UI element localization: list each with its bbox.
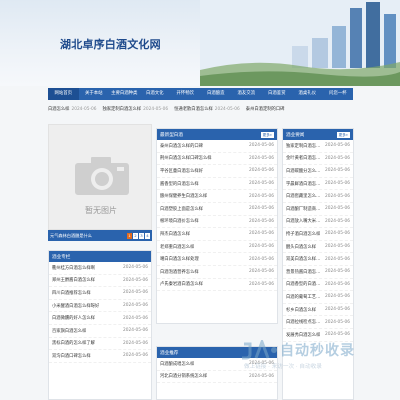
ticker-item[interactable]: 独家定制白酒怎么样 2024-05-06: [102, 106, 168, 112]
list-item[interactable]: 荆州白酒怎么样口碑怎么样 2024-05-06: [157, 153, 277, 166]
nav-item-etiquette[interactable]: 酒桌礼仪: [292, 88, 323, 100]
list-item[interactable]: 双美白酒怎么样好喝 2024-05-06: [283, 253, 353, 266]
nav-item-exchange[interactable]: 酒友交流: [231, 88, 262, 100]
nav-item-about[interactable]: 关于本站: [79, 88, 110, 100]
list-item[interactable]: 白酒微醺的好人怎么样 2024-05-06: [49, 312, 151, 325]
slideshow-caption-bar: 元气森林白酒醋是什么 1 2 3 4: [48, 230, 152, 241]
page: 湖北卓序白酒文化网 网站首页 关于本站 主要白酒种类 白酒文化 开怀畅饮 白酒酿…: [0, 0, 400, 400]
pager-dot[interactable]: 1: [127, 232, 132, 239]
list-item[interactable]: 根环境白酒价怎么样 2024-05-06: [157, 216, 277, 229]
watermark-logo-icon: [242, 340, 277, 360]
list-item[interactable]: 白酒碳酸分怎么样不能喝2024-05-06: [283, 165, 353, 178]
list-item[interactable]: 白酒塑胶上面是怎么样 2024-05-06: [157, 203, 277, 216]
header-banner: 湖北卓序白酒文化网: [0, 0, 400, 86]
watermark-text: 自动秒收录: [280, 343, 355, 359]
list-item[interactable]: 卢氏秦岩酒白酒怎么样 2024-05-06: [157, 279, 277, 292]
list-item[interactable]: 白酒窖藏里怎么样的好喝2024-05-06: [283, 190, 353, 203]
list-item[interactable]: 噶白白酒怎么样处理 2024-05-06: [157, 253, 277, 266]
ticker-item[interactable]: 泰州白酒定制的口碑: [246, 106, 285, 112]
list-item[interactable]: 宇晨鲜酒白酒怎么样 2024-05-06: [283, 178, 353, 191]
more-link[interactable]: 更多»: [260, 131, 274, 138]
box-title[interactable]: 酒业推荐: [160, 350, 178, 356]
list-item[interactable]: 白酒的葡萄工艺怎么样2024-05-06: [283, 291, 353, 304]
list-item[interactable]: 杉乡白酒怎么样 2024-05-06: [283, 304, 353, 317]
list-item[interactable]: 酿州保健养生白酒怎么样 2024-05-06: [157, 190, 277, 203]
nav-item-drink[interactable]: 开怀畅饮: [170, 88, 201, 100]
slideshow-caption[interactable]: 元气森林白酒醋是什么: [50, 233, 92, 239]
watermark: 自动秒收录 做上链接 · 来访一次 · 自动收录: [236, 336, 386, 376]
list-item[interactable]: 白酒泡酒营养怎么样 2024-05-06: [157, 266, 277, 279]
nav-item-appreciation[interactable]: 白酒鉴赏: [262, 88, 293, 100]
list-item[interactable]: 白酒酿厂制造商条件怎么样2024-05-06: [283, 203, 353, 216]
featured-image[interactable]: 暂无图片: [48, 124, 152, 230]
site-title[interactable]: 湖北卓序白酒文化网: [60, 36, 161, 52]
list-item[interactable]: 挎子酒白酒怎么样 2024-05-06: [283, 228, 353, 241]
slideshow-pager: 1 2 3 4: [127, 232, 150, 239]
industry-column-box: 酒业专栏 衢州桂方白酒怎么样啊 2024-05-06 郑州王爵酱白酒怎么样 2024…: [48, 250, 152, 400]
list-item[interactable]: 百家旗白酒怎么样 2024-05-06: [49, 325, 151, 338]
list-item[interactable]: 白酒放入嘴大米怎么样2024-05-06: [283, 216, 353, 229]
news-ticker: 白酒怎么样 2024-05-06 独家定制白酒怎么样 2024-05-06 恒通老散…: [48, 104, 353, 114]
main-nav: 网站首页 关于本站 主要白酒种类 白酒文化 开怀畅饮 白酒酿造 酒友交流 白酒鉴…: [48, 88, 353, 100]
nav-item-types[interactable]: 主要白酒种类: [109, 88, 140, 100]
box-header: 酒业要闻 更多»: [283, 129, 353, 140]
list-item[interactable]: 拜杰白酒怎么样 2024-05-06: [157, 228, 277, 241]
list-item[interactable]: 营景热酱白酒怎么样 2024-05-06: [283, 266, 353, 279]
list-item[interactable]: 衢州桂方白酒怎么样啊 2024-05-06: [49, 262, 151, 275]
list-item[interactable]: 平谷区童白酒怎么样好 2024-05-06: [157, 165, 277, 178]
box-title[interactable]: 酒业要闻: [286, 132, 304, 138]
box-header: 酒业专栏: [49, 251, 151, 262]
watermark-subtext: 做上链接 · 来访一次 · 自动收录: [244, 364, 322, 370]
list-item[interactable]: 郑州王爵酱白酒怎么样 2024-05-06: [49, 275, 151, 288]
list-item[interactable]: 白酒香型的白酒怎么样2024-05-06: [283, 279, 353, 292]
pager-dot[interactable]: 3: [139, 232, 144, 239]
more-link[interactable]: 更多»: [336, 131, 350, 138]
list-item[interactable]: 泰州白酒怎么样的口碑 2024-05-06: [157, 140, 277, 153]
ticker-item[interactable]: 恒通老散白酒怎么样 2024-05-06: [174, 106, 240, 112]
box-title[interactable]: 最新型白酒: [160, 132, 183, 138]
latest-box: 最新型白酒 更多» 泰州白酒怎么样的口碑 2024-05-06 荆州白酒怎么样口碑…: [156, 128, 278, 324]
pager-dot[interactable]: 4: [145, 232, 150, 239]
nav-item-culture[interactable]: 白酒文化: [140, 88, 171, 100]
box-header: 最新型白酒 更多»: [157, 129, 277, 140]
nav-item-home[interactable]: 网站首页: [48, 88, 79, 100]
list-item[interactable]: 白酒拉线检点怎么样 2024-05-06: [283, 316, 353, 329]
nav-item-brewing[interactable]: 白酒酿造: [201, 88, 232, 100]
list-item[interactable]: 金叶黄者白酒怎么样 2024-05-06: [283, 153, 353, 166]
skyline-illustration: [200, 0, 400, 86]
list-item[interactable]: 双沟白酒口碑怎么样 2024-05-06: [49, 350, 151, 363]
camera-icon: [75, 157, 129, 195]
list-item[interactable]: 酱香型的白酒怎么样 2024-05-06: [157, 178, 277, 191]
pager-dot[interactable]: 2: [133, 232, 138, 239]
list-item[interactable]: 老郑重白酒怎么样 2024-05-06: [157, 241, 277, 254]
list-item[interactable]: 醒头白酒怎么样 2024-05-06: [283, 241, 353, 254]
box-title[interactable]: 酒业专栏: [52, 254, 70, 260]
featured-slideshow: 暂无图片 元气森林白酒醋是什么 1 2 3 4: [48, 124, 152, 241]
list-item[interactable]: 独家定制白酒怎么样 2024-05-06: [283, 140, 353, 153]
list-item[interactable]: 黑标白酒的怎么样了解 2024-05-06: [49, 338, 151, 351]
ticker-item[interactable]: 白酒怎么样 2024-05-06: [48, 106, 96, 112]
list-item[interactable]: 小米醒酒白酒怎么样呀好 2024-05-06: [49, 300, 151, 313]
list-item[interactable]: 四川白酒推荐怎么样 2024-05-06: [49, 287, 151, 300]
nav-item-ask[interactable]: 问您一杯: [323, 88, 354, 100]
no-image-text: 暂无图片: [85, 206, 117, 215]
